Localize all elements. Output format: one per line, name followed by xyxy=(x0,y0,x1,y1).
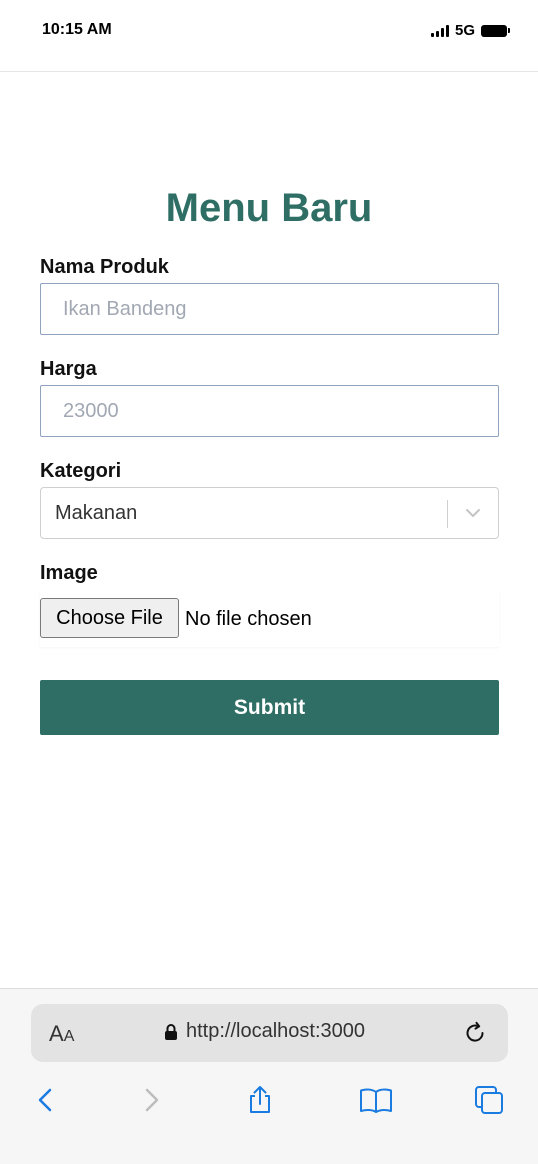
lock-icon xyxy=(165,1023,177,1040)
url-text: http://localhost:3000 xyxy=(186,1020,366,1042)
back-icon[interactable] xyxy=(31,1085,61,1115)
image-file-input[interactable]: Choose File No file chosen xyxy=(40,591,499,647)
choose-file-button[interactable]: Choose File xyxy=(40,598,179,638)
share-icon[interactable] xyxy=(245,1085,275,1115)
bookmarks-icon[interactable] xyxy=(358,1085,394,1115)
status-time: 10:15 AM xyxy=(42,21,112,38)
status-indicators: 5G xyxy=(430,22,510,39)
submit-button[interactable]: Submit xyxy=(40,680,499,735)
kategori-selected-value: Makanan xyxy=(55,502,138,524)
nama-produk-label: Nama Produk xyxy=(40,256,169,278)
url-display[interactable]: http://localhost:3000 xyxy=(164,1020,365,1043)
page-title: Menu Baru xyxy=(165,186,373,230)
text-size-small: A xyxy=(63,1028,75,1045)
file-status-text: No file chosen xyxy=(185,608,312,630)
signal-icon xyxy=(430,24,449,37)
status-bar: 10:15 AM 5G xyxy=(0,0,538,72)
address-bar[interactable]: AA http://localhost:3000 xyxy=(31,1004,508,1062)
harga-input[interactable] xyxy=(40,385,499,437)
text-size-button[interactable]: AA xyxy=(49,1021,74,1047)
browser-toolbar: AA http://localhost:3000 xyxy=(0,988,538,1164)
network-type: 5G xyxy=(454,22,475,39)
select-divider xyxy=(447,500,448,528)
nama-produk-input[interactable] xyxy=(40,283,499,335)
kategori-select[interactable]: Makanan xyxy=(40,487,499,539)
harga-label: Harga xyxy=(40,358,97,380)
forward-icon[interactable] xyxy=(136,1085,166,1115)
image-label: Image xyxy=(40,562,98,584)
battery-icon xyxy=(481,24,510,37)
chevron-down-icon[interactable] xyxy=(462,502,484,524)
reload-icon[interactable] xyxy=(462,1020,488,1046)
tabs-icon[interactable] xyxy=(474,1085,504,1115)
text-size-big: A xyxy=(49,1021,64,1046)
kategori-label: Kategori xyxy=(40,460,122,482)
